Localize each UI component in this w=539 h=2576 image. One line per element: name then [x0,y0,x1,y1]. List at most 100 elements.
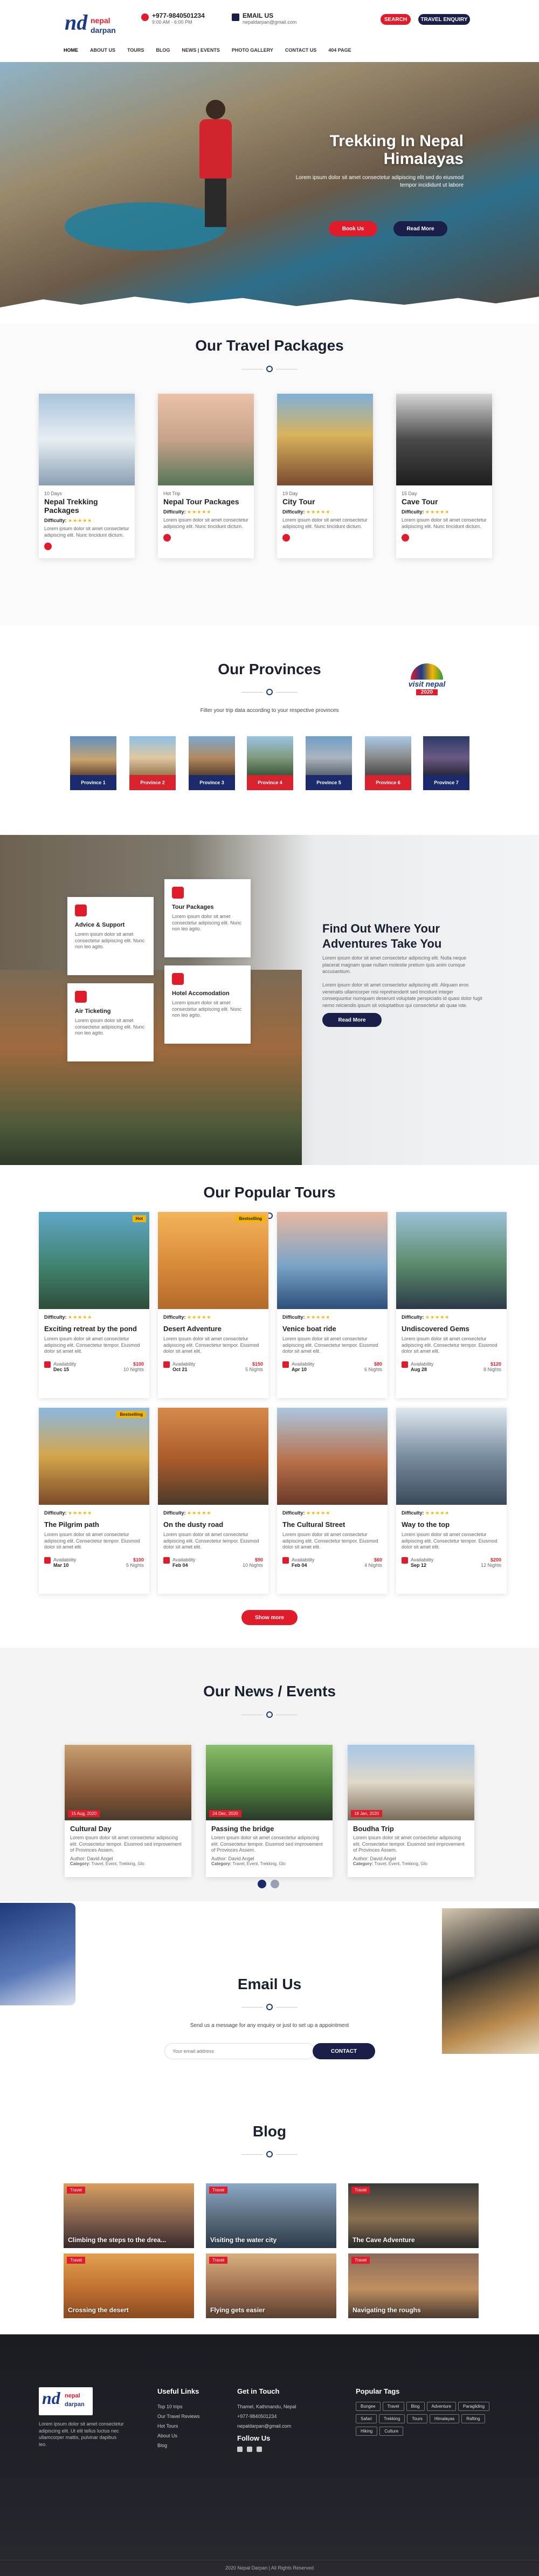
instagram-icon[interactable] [257,2447,262,2452]
news-card[interactable]: 15 Aug, 2020 Cultural Day Lorem ipsum do… [65,1745,191,1877]
tour-title[interactable]: Venice boat ride [282,1325,382,1333]
tour-title[interactable]: Exciting retreat by the pond [44,1325,144,1333]
tour-title[interactable]: The Pilgrim path [44,1520,144,1529]
tag-chip[interactable]: Paragliding [458,2402,490,2411]
nav-home[interactable]: HOME [64,47,78,53]
email-text[interactable]: nepaldarpan@gmail.com [237,2421,296,2431]
blog-title[interactable]: Climbing the steps to the drea... [68,2236,166,2244]
travel-enquiry-button[interactable]: TRAVEL ENQUIRY [418,14,470,25]
header-email[interactable]: EMAIL US nepaldarpan@gmail.com [232,12,296,25]
tour-title[interactable]: The Cultural Street [282,1520,382,1529]
hero-read-more-button[interactable]: Read More [393,221,447,236]
tour-card[interactable]: Hot Difficulty: ★★★★★ Exciting retreat b… [39,1212,149,1398]
tag-chip[interactable]: Bungee [356,2402,381,2411]
arrow-icon[interactable] [282,534,290,542]
blog-card[interactable]: Travel Visiting the water city [206,2183,336,2248]
blog-tag[interactable]: Travel [67,2257,85,2264]
nav-news[interactable]: NEWS | EVENTS [182,47,220,53]
blog-tag[interactable]: Travel [351,2257,370,2264]
tag-chip[interactable]: Blog [406,2402,425,2411]
phone-text[interactable]: +977-9840501234 [237,2411,296,2421]
blog-title[interactable]: Navigating the roughs [353,2306,421,2314]
package-card[interactable]: 19 Day City Tour Difficulty: ★★★★★ Lorem… [277,394,373,558]
blog-tag[interactable]: Travel [67,2187,85,2194]
package-card[interactable]: 10 Days Nepal Trekking Packages Difficul… [39,394,135,558]
arrow-icon[interactable] [163,534,171,542]
search-button[interactable]: SEARCH [381,14,411,25]
blog-title[interactable]: The Cave Adventure [353,2236,415,2244]
tag-chip[interactable]: Rafting [461,2414,485,2423]
tag-chip[interactable]: Culture [379,2427,404,2436]
tag-chip[interactable]: Himalayas [429,2414,460,2423]
blog-tag[interactable]: Travel [351,2187,370,2194]
nav-tours[interactable]: TOURS [127,47,144,53]
news-title[interactable]: Passing the bridge [211,1825,327,1833]
province-card[interactable]: Province 2 [129,736,176,790]
province-card[interactable]: Province 1 [70,736,116,790]
province-card[interactable]: Province 6 [365,736,411,790]
logo[interactable]: nd nepal darpan [65,10,124,40]
nav-contact[interactable]: CONTACT US [285,47,316,53]
twitter-icon[interactable] [247,2447,252,2452]
province-card[interactable]: Province 4 [247,736,293,790]
blog-tag[interactable]: Travel [209,2187,227,2194]
footer-link[interactable]: About Us [157,2431,200,2441]
book-us-button[interactable]: Book Us [329,221,377,236]
blog-card[interactable]: Travel Flying gets easier [206,2253,336,2318]
blog-card[interactable]: Travel Crossing the desert [64,2253,194,2318]
news-title[interactable]: Boudha Trip [353,1825,469,1833]
blog-tag[interactable]: Travel [209,2257,227,2264]
news-card[interactable]: 18 Jan, 2020 Boudha Trip Lorem ipsum dol… [348,1745,474,1877]
footer-link[interactable]: Top 10 trips [157,2402,200,2411]
nav-gallery[interactable]: PHOTO GALLERY [232,47,273,53]
footer-link[interactable]: Blog [157,2441,200,2450]
feature-card[interactable]: Hotel Accomodation Lorem ipsum dolor sit… [164,965,251,1044]
arrow-icon[interactable] [402,534,409,542]
tour-card[interactable]: Difficulty: ★★★★★ The Cultural Street Lo… [277,1408,388,1594]
tag-chip[interactable]: Tours [407,2414,427,2423]
tag-chip[interactable]: Hiking [356,2427,378,2436]
tag-chip[interactable]: Adventure [426,2402,457,2411]
footer-link[interactable]: Our Travel Reviews [157,2411,200,2421]
tour-card[interactable]: Difficulty: ★★★★★ Way to the top Lorem i… [396,1408,507,1594]
feature-card[interactable]: Advice & Support Lorem ipsum dolor sit a… [67,897,154,975]
header-phone[interactable]: +977-9840501234 9:00 AM - 6:00 PM [141,12,205,25]
tag-chip[interactable]: Safari [356,2414,377,2423]
blog-card[interactable]: Travel The Cave Adventure [348,2183,479,2248]
tag-chip[interactable]: Travel [382,2402,404,2411]
blog-title[interactable]: Crossing the desert [68,2306,129,2314]
facebook-icon[interactable] [237,2447,243,2452]
tour-title[interactable]: Undiscovered Gems [402,1325,501,1333]
package-card[interactable]: 15 Day Cave Tour Difficulty: ★★★★★ Lorem… [396,394,492,558]
news-card[interactable]: 24 Dec, 2020 Passing the bridge Lorem ip… [206,1745,333,1877]
feature-card[interactable]: Air Ticketing Lorem ipsum dolor sit amet… [67,983,154,1061]
email-input[interactable] [164,2043,315,2059]
package-card[interactable]: Hot Trip Nepal Tour Packages Difficulty:… [158,394,254,558]
nav-about[interactable]: ABOUT US [90,47,115,53]
tour-card[interactable]: Difficulty: ★★★★★ Undiscovered Gems Lore… [396,1212,507,1398]
blog-title[interactable]: Flying gets easier [210,2306,265,2314]
contact-button[interactable]: CONTACT [313,2043,375,2059]
tour-card[interactable]: Difficulty: ★★★★★ On the dusty road Lore… [158,1408,268,1594]
tour-card[interactable]: Bestselling Difficulty: ★★★★★ Desert Adv… [158,1212,268,1398]
arrow-icon[interactable] [44,543,52,551]
feature-card[interactable]: Tour Packages Lorem ipsum dolor sit amet… [164,879,251,957]
tour-title[interactable]: Desert Adventure [163,1325,263,1333]
show-more-button[interactable]: Show more [241,1610,298,1625]
adventure-read-more-button[interactable]: Read More [322,1013,382,1027]
province-card[interactable]: Province 7 [423,736,469,790]
news-title[interactable]: Cultural Day [70,1825,186,1833]
province-card[interactable]: Province 5 [306,736,352,790]
carousel-dot[interactable] [271,1880,279,1888]
footer-logo[interactable]: nd nepal darpan [39,2387,93,2415]
carousel-dot-active[interactable] [258,1880,266,1888]
province-card[interactable]: Province 3 [189,736,235,790]
tour-card[interactable]: Difficulty: ★★★★★ Venice boat ride Lorem… [277,1212,388,1398]
tour-card[interactable]: Bestselling Difficulty: ★★★★★ The Pilgri… [39,1408,149,1594]
tag-chip[interactable]: Trekking [378,2414,405,2423]
blog-card[interactable]: Travel Navigating the roughs [348,2253,479,2318]
tour-title[interactable]: Way to the top [402,1520,501,1529]
blog-title[interactable]: Visiting the water city [210,2236,277,2244]
nav-404[interactable]: 404 PAGE [328,47,351,53]
footer-link[interactable]: Hot Tours [157,2421,200,2431]
